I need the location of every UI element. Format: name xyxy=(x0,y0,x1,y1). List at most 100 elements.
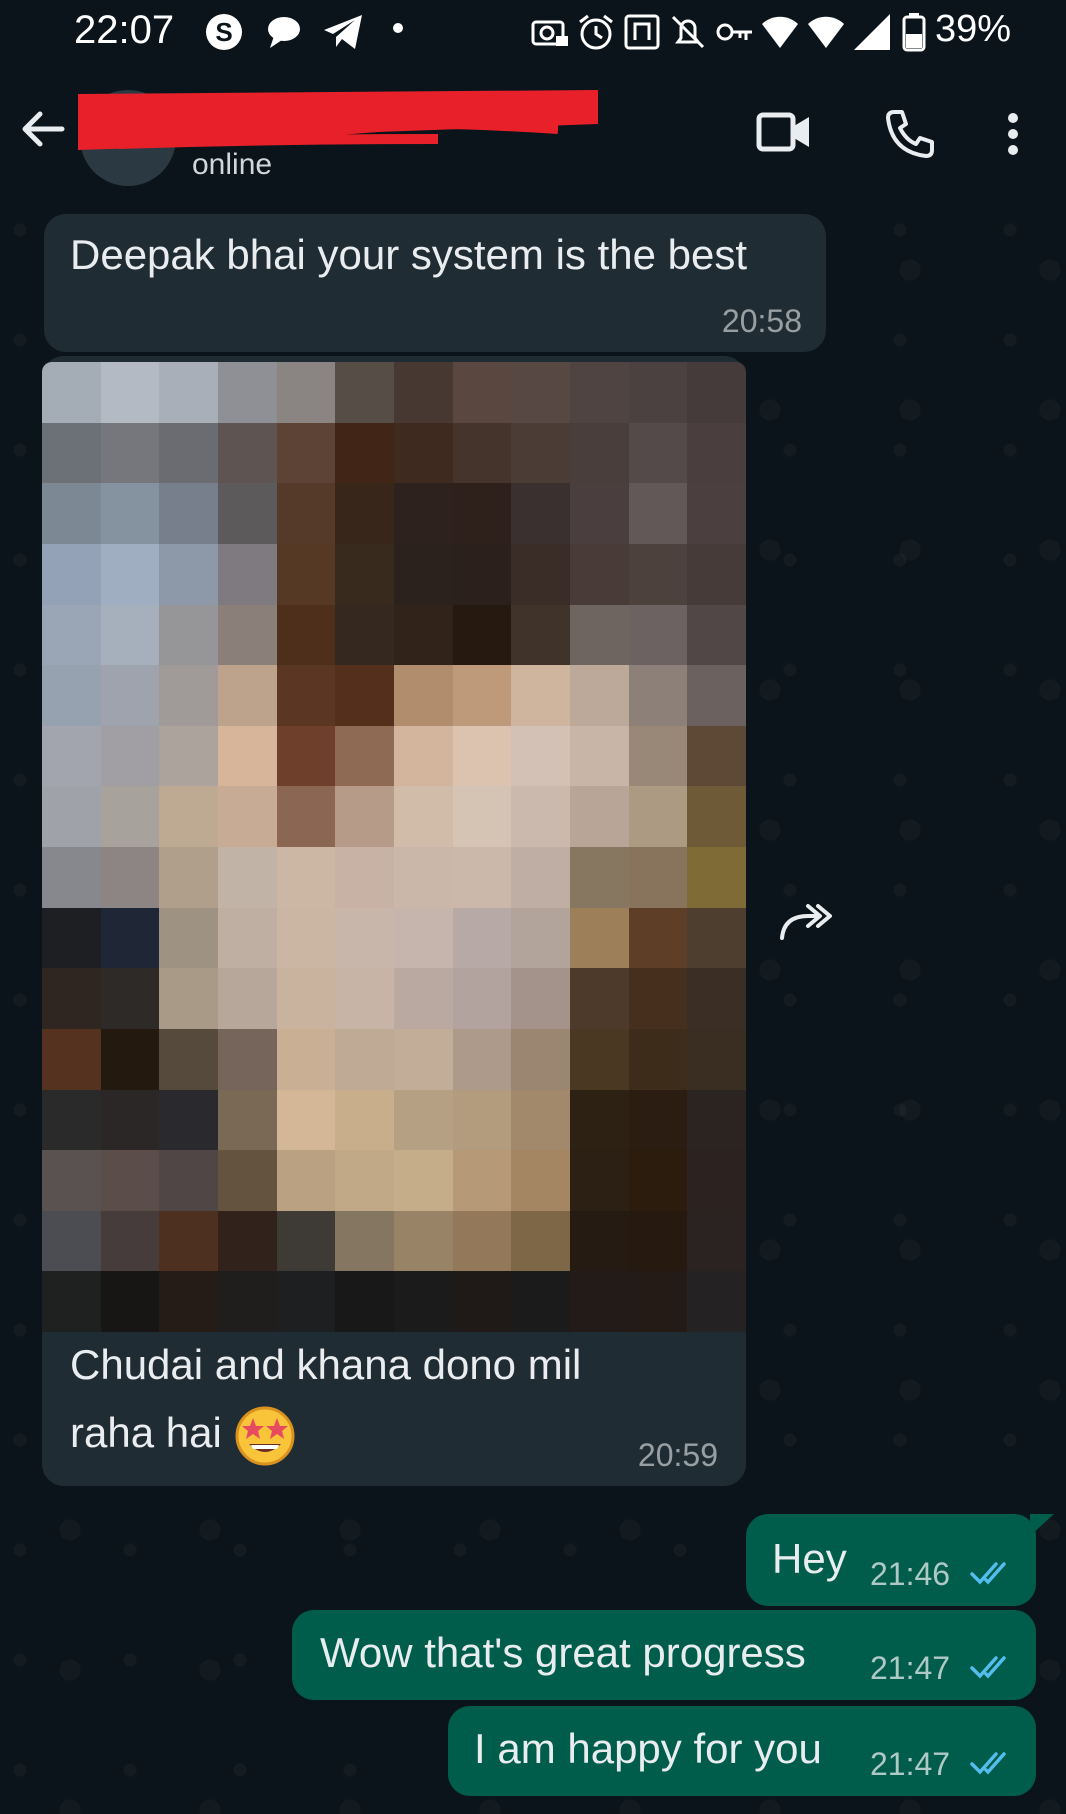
star-struck-emoji-icon xyxy=(235,1406,295,1466)
pixel-block xyxy=(42,1150,101,1211)
pixel-block xyxy=(394,665,453,726)
pixel-block xyxy=(452,483,512,544)
read-receipt-icon xyxy=(970,1562,1006,1585)
redacted-contact-name[interactable] xyxy=(78,84,598,154)
pixel-block xyxy=(687,907,746,969)
pixel-block xyxy=(452,665,512,726)
pixel-block xyxy=(276,786,336,847)
pixel-block xyxy=(218,1271,277,1332)
pixel-block xyxy=(570,847,629,908)
video-call-icon[interactable] xyxy=(756,112,812,152)
pixel-block xyxy=(511,362,570,423)
pixel-block xyxy=(159,1089,218,1151)
pixel-block xyxy=(570,422,629,484)
pixel-block xyxy=(100,847,160,908)
pixel-block xyxy=(335,725,394,787)
read-receipt-icon xyxy=(970,1752,1006,1775)
pixel-block xyxy=(218,362,277,423)
pixel-block xyxy=(394,362,453,423)
bubble-tail xyxy=(1030,1514,1054,1536)
pixel-block xyxy=(570,543,629,605)
pixel-block xyxy=(276,1150,336,1211)
pixel-block xyxy=(159,1271,218,1332)
pixel-block xyxy=(628,1150,688,1211)
pixel-block xyxy=(100,604,160,666)
pixel-block xyxy=(276,362,336,423)
pixel-block xyxy=(335,422,394,484)
pixel-block xyxy=(511,907,570,969)
pixel-block xyxy=(394,968,453,1029)
nfc-icon xyxy=(624,14,660,50)
pixel-block xyxy=(276,604,336,666)
pixel-block xyxy=(218,483,277,544)
pixel-block xyxy=(511,483,570,544)
pixel-block xyxy=(100,483,160,544)
pixel-block xyxy=(628,1271,688,1332)
message-bubble-outgoing[interactable]: Hey 21:46 xyxy=(746,1514,1036,1606)
pixel-block xyxy=(687,725,746,787)
mute-icon xyxy=(671,15,705,49)
pixel-block xyxy=(687,1271,746,1332)
pixel-block xyxy=(570,725,629,787)
pixel-block xyxy=(511,1210,570,1272)
pixel-block xyxy=(42,1028,101,1090)
pixel-block xyxy=(159,665,218,726)
pixel-block xyxy=(42,543,101,605)
message-text: Wow that's great progress xyxy=(320,1629,806,1676)
pixel-block xyxy=(394,422,453,484)
pixel-block xyxy=(42,968,101,1029)
pixel-block xyxy=(218,847,277,908)
pixel-block xyxy=(687,362,746,423)
pixel-block xyxy=(100,665,160,726)
pixel-block xyxy=(100,907,160,969)
message-time: 21:47 xyxy=(870,1746,951,1782)
voice-call-icon[interactable] xyxy=(884,108,936,160)
pixel-block xyxy=(628,1089,688,1151)
back-arrow-icon[interactable] xyxy=(18,104,68,154)
pixel-block xyxy=(687,786,746,847)
pixel-block xyxy=(628,1210,688,1272)
pixel-block xyxy=(100,422,160,484)
pixelated-photo[interactable] xyxy=(42,362,746,1332)
pixel-block xyxy=(42,665,101,726)
chat-header: online xyxy=(0,62,1066,211)
message-bubble-incoming[interactable]: Deepak bhai your system is the best 20:5… xyxy=(44,214,826,352)
pixel-block xyxy=(628,362,688,423)
pixel-block xyxy=(570,1150,629,1211)
pixel-block xyxy=(394,786,453,847)
pixel-block xyxy=(335,665,394,726)
skype-icon: S xyxy=(206,14,242,50)
pixel-block xyxy=(335,907,394,969)
pixel-block xyxy=(335,543,394,605)
pixel-block xyxy=(511,968,570,1029)
pixel-block xyxy=(628,665,688,726)
pixel-block xyxy=(276,665,336,726)
forward-icon[interactable] xyxy=(778,898,834,942)
pixel-block xyxy=(218,422,277,484)
pixel-block xyxy=(100,362,160,423)
pixel-block xyxy=(570,1210,629,1272)
more-options-icon[interactable] xyxy=(1006,112,1020,156)
pixel-block xyxy=(687,665,746,726)
pixel-block xyxy=(276,968,336,1029)
pixel-block xyxy=(570,362,629,423)
pixel-block xyxy=(628,786,688,847)
pixel-block xyxy=(511,1089,570,1151)
message-bubble-outgoing[interactable]: I am happy for you 21:47 xyxy=(448,1706,1036,1796)
pixel-block xyxy=(687,1089,746,1151)
pixel-block xyxy=(452,362,512,423)
pixel-block xyxy=(335,1028,394,1090)
pixel-block xyxy=(452,604,512,666)
pixel-block xyxy=(628,847,688,908)
message-bubble-outgoing[interactable]: Wow that's great progress 21:47 xyxy=(292,1610,1036,1700)
pixel-block xyxy=(218,1150,277,1211)
pixel-block xyxy=(218,725,277,787)
pixel-block xyxy=(218,665,277,726)
pixel-block xyxy=(100,725,160,787)
pixel-block xyxy=(394,604,453,666)
pixel-block xyxy=(276,1089,336,1151)
pixel-block xyxy=(42,786,101,847)
pixel-block xyxy=(628,422,688,484)
pixel-block xyxy=(335,1210,394,1272)
pixel-block xyxy=(394,1150,453,1211)
